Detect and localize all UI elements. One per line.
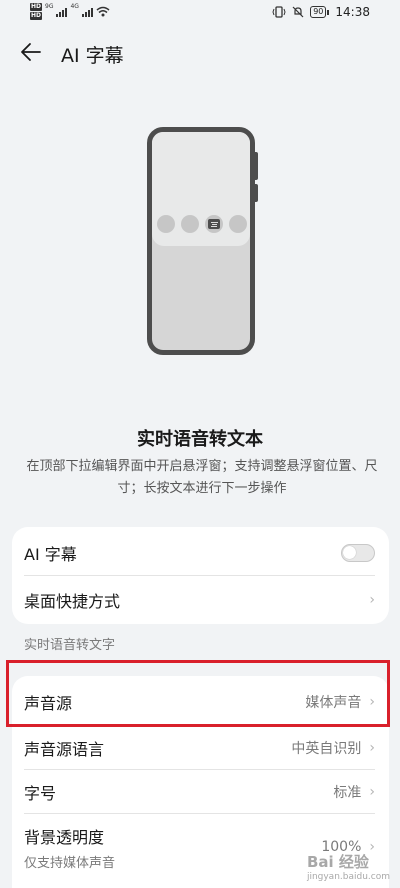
status-time: 14:38 (335, 5, 370, 19)
status-bar-left: HD HD 9G 4G (30, 3, 110, 20)
page-title: AI 字幕 (61, 45, 124, 67)
network-type-small: 9G (45, 3, 54, 10)
status-bar-right: 90 14:38 (272, 5, 370, 19)
chevron-right-icon: › (369, 694, 375, 710)
chevron-right-icon: › (369, 740, 375, 756)
sound-source-language-label: 声音源语言 (24, 740, 105, 759)
hd-badge-2: HD (30, 12, 43, 20)
toggle-knob (343, 546, 356, 559)
watermark-url: jingyan.baidu.com (306, 872, 390, 882)
phone-side-button (255, 152, 258, 180)
sound-source-value-group: 媒体声音 › (305, 692, 375, 712)
feature-title: 实时语音转文本 (137, 429, 263, 450)
app-bar: AI 字幕 (0, 33, 400, 73)
ai-caption-toggle[interactable] (341, 544, 375, 562)
background-opacity-text: 背景透明度 仅支持媒体声音 (24, 824, 115, 871)
sound-source-language-value: 中英自识别 (291, 741, 362, 757)
section-header: 实时语音转文字 (24, 638, 116, 653)
settings-card: AI 字幕 桌面快捷方式 › (12, 527, 389, 624)
sound-source-language-row[interactable]: 声音源语言 中英自识别 › (12, 724, 389, 772)
signal-icon-1 (56, 6, 68, 17)
vibrate-icon (272, 6, 286, 18)
watermark: Bai 经验 jingyan.baidu.com (307, 851, 390, 882)
hd-indicators: HD HD (30, 3, 43, 20)
background-opacity-label: 背景透明度 (24, 827, 105, 847)
chevron-right-icon: › (369, 592, 375, 608)
phone-body (147, 127, 255, 355)
illustration-dot (157, 215, 175, 233)
network-type-4g: 4G (70, 3, 79, 10)
background-opacity-sublabel: 仅支持媒体声音 (24, 855, 116, 871)
desktop-shortcut-label: 桌面快捷方式 (24, 592, 121, 611)
feature-description: 在顶部下拉编辑界面中开启悬浮窗；支持调整悬浮窗位置、尺寸；长按文本进行下一步操作 (26, 459, 378, 496)
ai-caption-row[interactable]: AI 字幕 (12, 529, 389, 577)
font-size-row[interactable]: 字号 标准 › (12, 768, 389, 816)
battery-icon: 90 (310, 6, 330, 18)
back-arrow-icon (21, 43, 41, 61)
wifi-icon (96, 6, 110, 17)
toggle-dots (157, 215, 249, 235)
divider (24, 813, 375, 814)
sound-source-row[interactable]: 声音源 媒体声音 › (12, 678, 389, 726)
status-bar: HD HD 9G 4G 90 14:38 (0, 0, 400, 28)
font-size-label: 字号 (24, 784, 57, 803)
watermark-text: Bai 经验 (306, 853, 369, 871)
hd-badge-1: HD (30, 3, 43, 11)
sound-source-value: 媒体声音 (305, 695, 362, 711)
caption-tile-icon (205, 215, 223, 233)
phone-side-button-2 (255, 184, 258, 202)
chevron-right-icon: › (369, 784, 375, 800)
font-size-value: 标准 (333, 785, 362, 801)
sound-source-language-value-group: 中英自识别 › (291, 738, 375, 758)
back-button[interactable] (20, 41, 48, 65)
sound-source-label: 声音源 (24, 694, 73, 713)
illustration-dot (229, 215, 247, 233)
mute-bell-icon (292, 6, 304, 18)
signal-icon-2 (81, 6, 93, 17)
font-size-value-group: 标准 › (333, 782, 375, 802)
battery-level: 90 (310, 6, 327, 18)
illustration-dot (181, 215, 199, 233)
ai-caption-label: AI 字幕 (24, 545, 77, 564)
desktop-shortcut-row[interactable]: 桌面快捷方式 › (12, 576, 389, 624)
